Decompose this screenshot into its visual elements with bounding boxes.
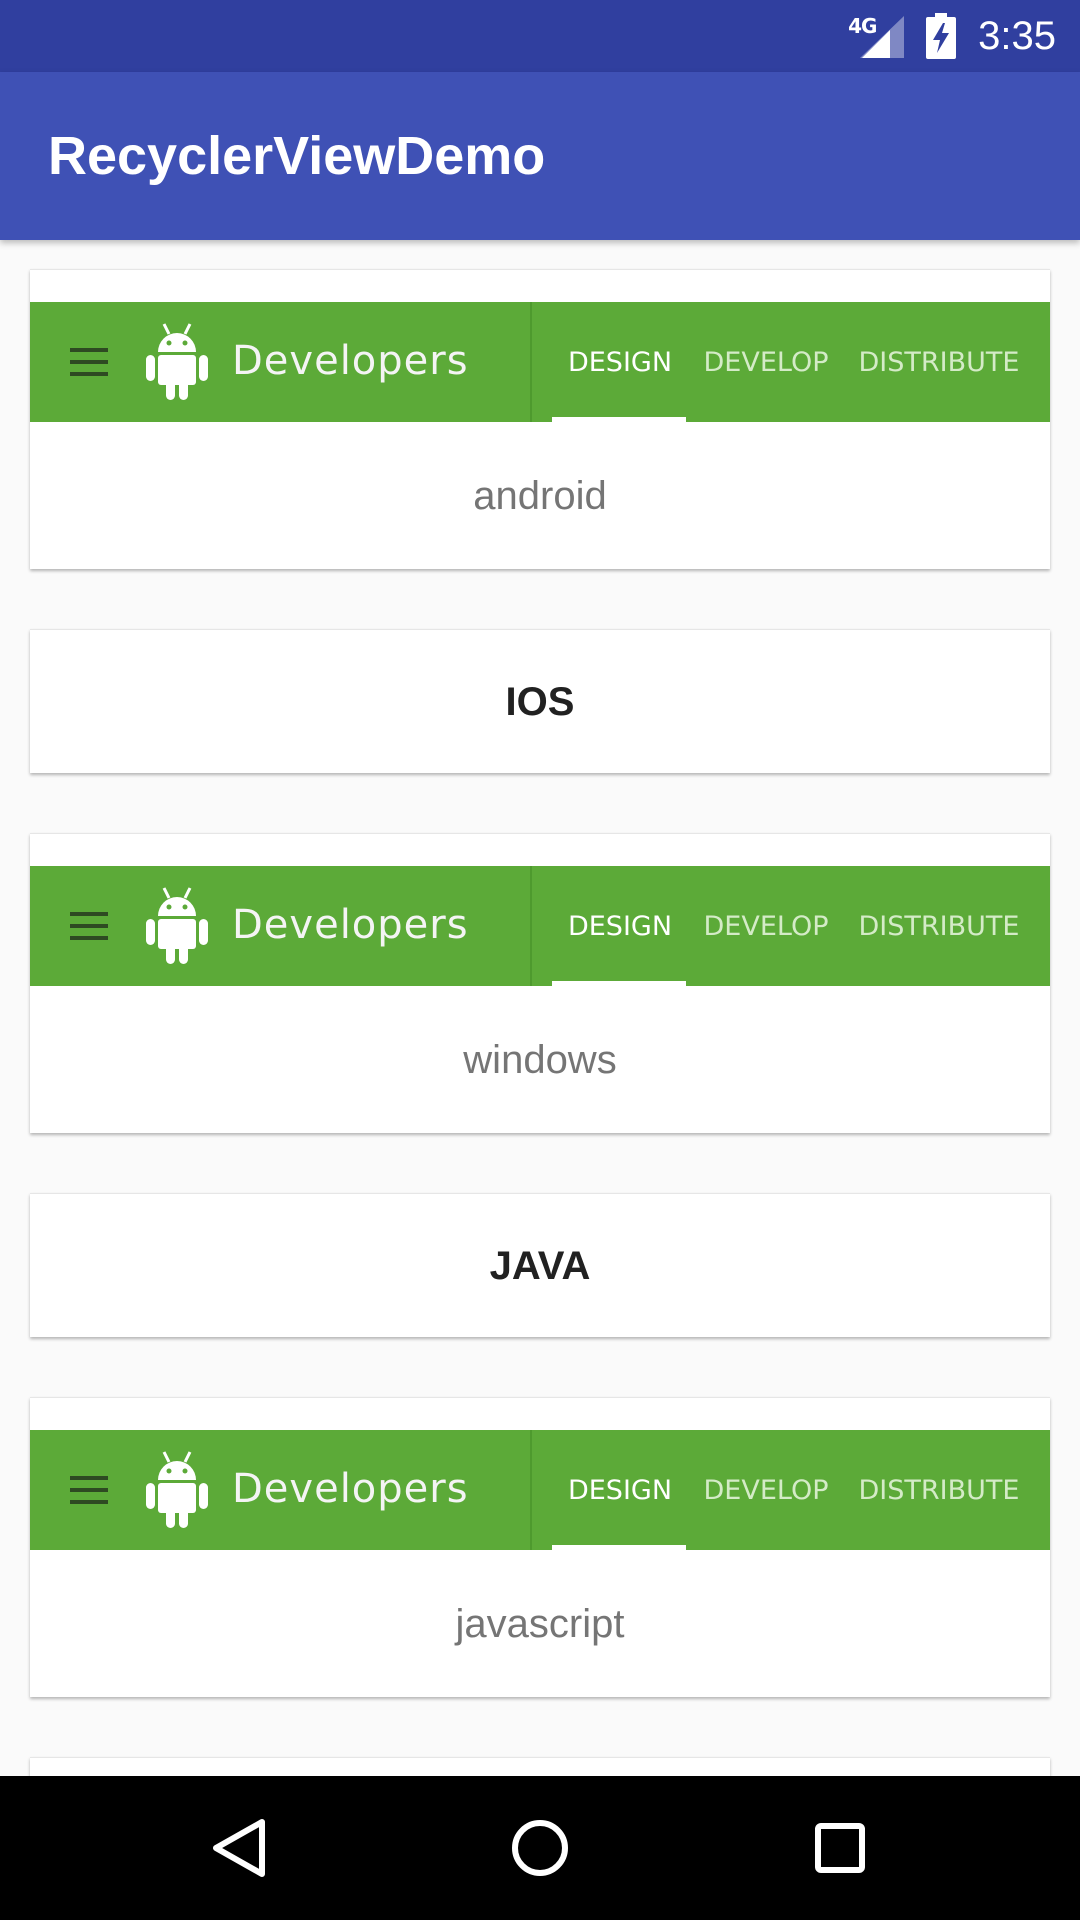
banner-divider [530,1430,532,1550]
app-title: RecyclerViewDemo [48,126,546,186]
banner-tab-design: DESIGN [567,347,673,378]
developers-banner: Developers DESIGN DEVELOP DISTRIBUTE [30,302,1050,422]
list-item[interactable]: Developers DESIGN DEVELOP DISTRIBUTE win… [30,833,1050,1133]
menu-icon [70,1476,108,1504]
app-bar: RecyclerViewDemo [0,72,1080,240]
menu-icon [70,912,108,940]
banner-tab-develop: DEVELOP [703,911,829,942]
card-caption: windows [463,1038,617,1082]
list-item[interactable]: JAVA [30,1193,1050,1337]
status-clock: 3:35 [978,13,1056,58]
banner-tab-distribute: DISTRIBUTE [858,347,1020,378]
signal-icon [860,16,905,58]
developers-banner: Developers DESIGN DEVELOP DISTRIBUTE [30,866,1050,986]
banner-divider [530,302,532,422]
banner-divider [530,866,532,986]
android-icon [146,323,208,400]
signal-indicator: 4G [848,14,905,58]
battery-charging-icon [926,13,957,59]
back-icon[interactable] [204,1812,276,1884]
status-icons: 4G 3:35 [848,0,1056,72]
banner-tab-distribute: DISTRIBUTE [858,1475,1020,1506]
banner-brand: Developers [232,902,469,948]
banner-tab-develop: DEVELOP [703,1475,829,1506]
recycler-list[interactable]: Developers DESIGN DEVELOP DISTRIBUTE and… [0,240,1080,1776]
banner-tab-distribute: DISTRIBUTE [858,911,1020,942]
banner-tab-develop: DEVELOP [703,347,829,378]
list-item[interactable]: Developers DESIGN DEVELOP DISTRIBUTE and… [30,269,1050,569]
banner-tab-design: DESIGN [567,911,673,942]
list-item[interactable]: Developers DESIGN DEVELOP DISTRIBUTE jav… [30,1397,1050,1697]
card-heading: IOS [505,680,575,724]
card-caption: android [473,474,607,518]
card-heading: JAVA [489,1244,591,1288]
android-icon [146,887,208,964]
menu-icon [70,348,108,376]
banner-brand: Developers [232,1466,469,1512]
list-item[interactable] [30,1757,1050,1776]
android-icon [146,1451,208,1528]
home-icon[interactable] [504,1812,576,1884]
status-bar: 4G 3:35 [0,0,1080,72]
banner-tab-design: DESIGN [567,1475,673,1506]
card-caption: javascript [455,1602,625,1646]
banner-brand: Developers [232,338,469,384]
list-item[interactable]: IOS [30,629,1050,773]
navigation-bar [0,1776,1080,1920]
developers-banner: Developers DESIGN DEVELOP DISTRIBUTE [30,1430,1050,1550]
recents-icon[interactable] [804,1812,876,1884]
